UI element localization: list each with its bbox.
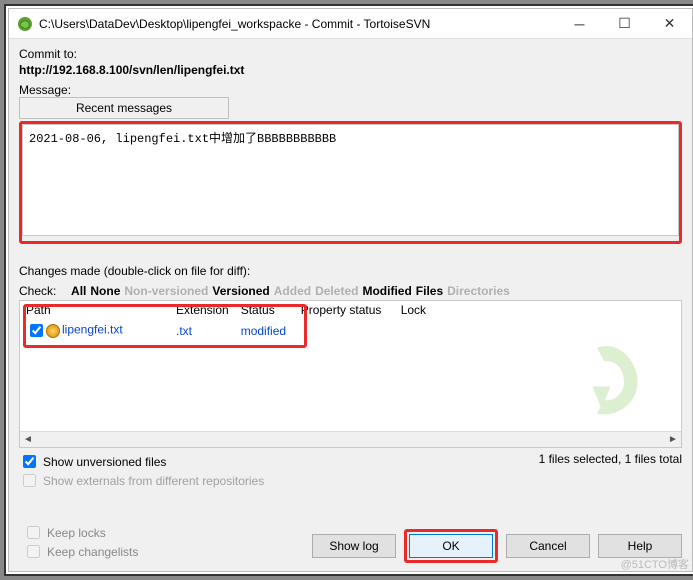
filter-modified[interactable]: Modified	[362, 284, 411, 298]
col-lock[interactable]: Lock	[395, 301, 681, 319]
scroll-right-icon[interactable]: ►	[665, 432, 681, 448]
col-status[interactable]: Status	[235, 301, 295, 319]
show-externals-checkbox: Show externals from different repositori…	[19, 471, 264, 490]
ok-highlight: OK	[404, 529, 498, 563]
file-status: modified	[235, 319, 295, 342]
scroll-left-icon[interactable]: ◄	[20, 432, 36, 448]
horizontal-scrollbar[interactable]: ◄ ►	[20, 431, 681, 447]
close-button[interactable]: ✕	[647, 9, 692, 38]
changes-label: Changes made (double-click on file for d…	[19, 264, 682, 278]
file-list[interactable]: Path Extension Status Property status Lo…	[19, 300, 682, 448]
filter-versioned[interactable]: Versioned	[212, 284, 269, 298]
message-highlight	[19, 121, 682, 244]
ok-button[interactable]: OK	[409, 534, 493, 558]
recent-messages-button[interactable]: Recent messages	[19, 97, 229, 119]
commit-dialog: C:\Users\DataDev\Desktop\lipengfei_works…	[8, 8, 693, 572]
file-checkbox[interactable]	[30, 324, 43, 337]
filter-files[interactable]: Files	[416, 284, 443, 298]
message-label: Message:	[19, 83, 682, 97]
file-path[interactable]: lipengfei.txt	[62, 323, 123, 337]
svn-watermark-icon	[561, 337, 651, 427]
filter-all[interactable]: All	[71, 284, 86, 298]
selection-status: 1 files selected, 1 files total	[539, 452, 682, 466]
show-unversioned-label: Show unversioned files	[43, 453, 166, 471]
filter-deleted[interactable]: Deleted	[315, 284, 358, 298]
col-propstatus[interactable]: Property status	[295, 301, 395, 319]
commit-message-input[interactable]	[22, 124, 679, 236]
tortoisesvn-icon	[17, 16, 33, 32]
file-modified-icon	[46, 324, 60, 338]
show-log-button[interactable]: Show log	[312, 534, 396, 558]
file-ext: .txt	[170, 319, 235, 342]
file-list-header: Path Extension Status Property status Lo…	[20, 301, 681, 319]
credit-watermark: @51CTO博客	[621, 556, 689, 572]
col-path[interactable]: Path	[20, 301, 170, 319]
maximize-button[interactable]: ☐	[602, 9, 647, 38]
filter-nonversioned[interactable]: Non-versioned	[124, 284, 208, 298]
titlebar: C:\Users\DataDev\Desktop\lipengfei_works…	[9, 9, 692, 39]
cancel-button[interactable]: Cancel	[506, 534, 590, 558]
commit-to-label: Commit to:	[19, 47, 682, 61]
show-externals-label: Show externals from different repositori…	[43, 472, 264, 490]
check-label: Check:	[19, 284, 56, 298]
filter-none[interactable]: None	[90, 284, 120, 298]
filter-added[interactable]: Added	[274, 284, 311, 298]
show-unversioned-checkbox[interactable]: Show unversioned files	[19, 452, 264, 471]
filter-directories[interactable]: Directories	[447, 284, 510, 298]
minimize-button[interactable]: ─	[557, 9, 602, 38]
window-title: C:\Users\DataDev\Desktop\lipengfei_works…	[39, 17, 557, 31]
help-button[interactable]: Help	[598, 534, 682, 558]
col-extension[interactable]: Extension	[170, 301, 235, 319]
commit-url: http://192.168.8.100/svn/len/lipengfei.t…	[19, 63, 682, 77]
filter-row: Check: All None Non-versioned Versioned …	[19, 284, 682, 298]
